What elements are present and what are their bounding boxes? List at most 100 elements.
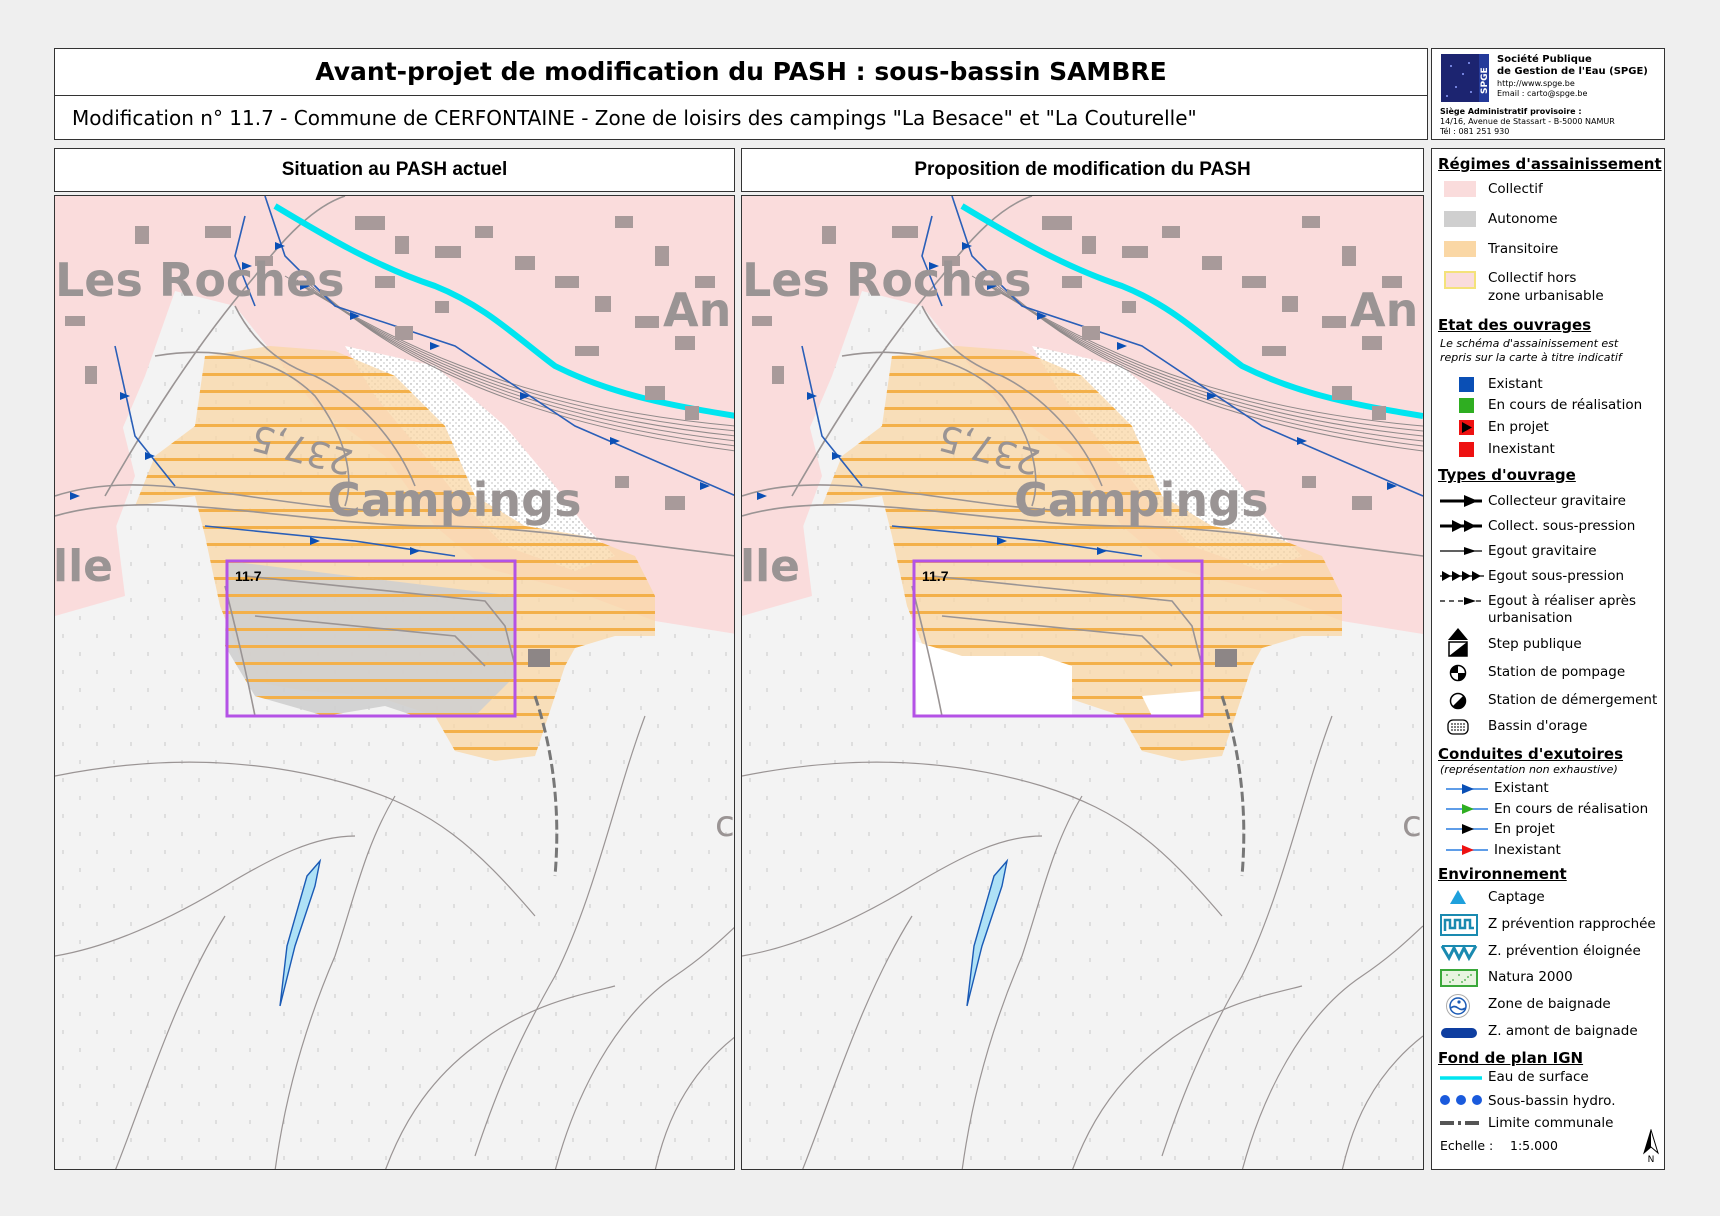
building xyxy=(575,346,599,356)
en-cours-square-icon xyxy=(1459,398,1474,413)
place-label: c xyxy=(1402,804,1422,845)
collect-sous-pression-icon xyxy=(1440,520,1482,532)
place-label: Les Roches xyxy=(55,253,345,307)
legend-exutoires-note: (représentation non exhaustive) xyxy=(1440,763,1618,776)
natura-2000-icon xyxy=(1440,969,1478,987)
building xyxy=(1372,406,1386,420)
page-title: Avant-projet de modification du PASH : s… xyxy=(315,57,1167,86)
building xyxy=(1082,326,1100,340)
legend-item-prevention-eloignee: Z. prévention éloignée xyxy=(1488,943,1641,959)
legend-item-captage: Captage xyxy=(1488,889,1545,905)
right-map-title: Proposition de modification du PASH xyxy=(914,159,1251,180)
building xyxy=(1202,256,1222,270)
building xyxy=(85,366,97,384)
legend-item-collect-sous-pression: Collect. sous-pression xyxy=(1488,518,1636,534)
legend-item-en-cours: En cours de réalisation xyxy=(1488,397,1643,413)
legend-item-egout-a-realiser: Egout à réaliser après xyxy=(1488,593,1637,609)
legend-panel: Régimes d'assainissement Collectif Auton… xyxy=(1431,148,1665,1170)
sous-bassin-icon xyxy=(1440,1095,1482,1105)
building xyxy=(1082,236,1096,254)
org-url[interactable]: http://www.spge.be xyxy=(1497,79,1587,89)
legend-item-exutoire-en-projet: En projet xyxy=(1494,821,1555,837)
building xyxy=(205,226,231,238)
legend-item-egout-gravitaire: Egout gravitaire xyxy=(1488,543,1597,559)
prevention-rapprochee-icon xyxy=(1440,914,1478,936)
building xyxy=(752,316,772,326)
building xyxy=(655,246,669,266)
en-projet-arrow-icon xyxy=(1459,420,1474,435)
north-arrow-icon: N xyxy=(1643,1129,1659,1163)
building xyxy=(822,226,836,244)
map-current-situation[interactable]: Les Roches Campings An lle 237,5 c 11.7 xyxy=(54,195,735,1170)
building xyxy=(892,226,918,238)
building xyxy=(135,226,149,244)
legend-item-amont-baignade: Z. amont de baignade xyxy=(1488,1023,1638,1039)
seat-label: Siège Administratif provisoire : xyxy=(1440,107,1582,116)
title-panel: Avant-projet de modification du PASH : s… xyxy=(54,48,1428,140)
legend-item-inexistant: Inexistant xyxy=(1488,441,1555,457)
legend-item-exutoire-en-cours: En cours de réalisation xyxy=(1494,801,1649,817)
org-email[interactable]: Email : carto@spge.be xyxy=(1497,89,1587,99)
building xyxy=(1242,276,1266,288)
exutoire-inexistant-icon xyxy=(1446,845,1488,855)
building xyxy=(1322,316,1346,328)
org-line-2: de Gestion de l'Eau (SPGE) xyxy=(1497,66,1648,77)
north-label: N xyxy=(1648,1155,1655,1163)
address-line: 14/16, Avenue de Stassart - B-5000 NAMUR xyxy=(1440,117,1615,126)
existant-square-icon xyxy=(1459,377,1474,392)
building xyxy=(555,276,579,288)
legend-item-urbanisation: urbanisation xyxy=(1488,610,1573,626)
place-label: Campings xyxy=(1014,473,1268,527)
building xyxy=(475,226,493,238)
title-divider xyxy=(55,95,1427,96)
building xyxy=(435,246,461,258)
building xyxy=(665,496,685,510)
place-label: Les Roches xyxy=(742,253,1032,307)
legend-item-exutoire-existant: Existant xyxy=(1494,780,1549,796)
legend-item-station-demergement: Station de démergement xyxy=(1488,692,1658,708)
legend-item-step-publique: Step publique xyxy=(1488,636,1582,652)
left-map-header: Situation au PASH actuel xyxy=(54,148,735,192)
legend-item-transitoire: Transitoire xyxy=(1488,241,1559,257)
building xyxy=(1342,246,1356,266)
building xyxy=(1122,246,1148,258)
building xyxy=(1302,216,1320,228)
right-map-header: Proposition de modification du PASH xyxy=(741,148,1424,192)
collectif-swatch xyxy=(1444,181,1476,197)
building xyxy=(1215,649,1237,667)
legend-item-autonome: Autonome xyxy=(1488,211,1558,227)
building xyxy=(1282,296,1298,312)
building xyxy=(645,386,665,400)
org-name: Société Publique de Gestion de l'Eau (SP… xyxy=(1497,54,1648,78)
building xyxy=(1162,226,1180,238)
building xyxy=(1332,386,1352,400)
building xyxy=(375,276,395,288)
modification-zone-label: 11.7 xyxy=(235,568,262,584)
legend-etat-note-1: Le schéma d'assainissement est xyxy=(1440,337,1619,350)
legend-types-title: Types d'ouvrage xyxy=(1438,466,1576,484)
station-demergement-icon xyxy=(1449,692,1467,710)
legend-etat-note-2: repris sur la carte à titre indicatif xyxy=(1440,351,1622,364)
building xyxy=(395,326,413,340)
org-contact: http://www.spge.be Email : carto@spge.be xyxy=(1497,79,1587,99)
legend-item-collectif-hors: Collectif hors xyxy=(1488,270,1577,286)
place-label: An xyxy=(1350,283,1418,337)
proposed-map-canvas: Les RochesCampingsAnlle237,5c11.7 xyxy=(742,196,1423,1169)
building xyxy=(528,649,550,667)
map-proposed-modification[interactable]: Les Roches Campings An lle 237,5 c 11.7 xyxy=(741,195,1424,1170)
legend-exutoires-title: Conduites d'exutoires xyxy=(1438,745,1624,763)
egout-gravitaire-icon xyxy=(1440,547,1482,555)
exutoire-existant-icon xyxy=(1446,784,1488,794)
building xyxy=(675,336,695,350)
place-label: lle xyxy=(55,541,113,592)
legend-regimes-title: Régimes d'assainissement xyxy=(1438,155,1662,173)
limite-communale-icon xyxy=(1440,1121,1482,1125)
legend-item-existant: Existant xyxy=(1488,376,1543,392)
scale-label: Echelle : xyxy=(1440,1138,1494,1153)
legend-environnement-title: Environnement xyxy=(1438,865,1567,883)
transitoire-swatch xyxy=(1444,241,1476,257)
org-address: Siège Administratif provisoire : 14/16, … xyxy=(1440,107,1615,137)
prevention-eloignee-icon xyxy=(1440,944,1478,962)
building xyxy=(1262,346,1286,356)
building xyxy=(515,256,535,270)
